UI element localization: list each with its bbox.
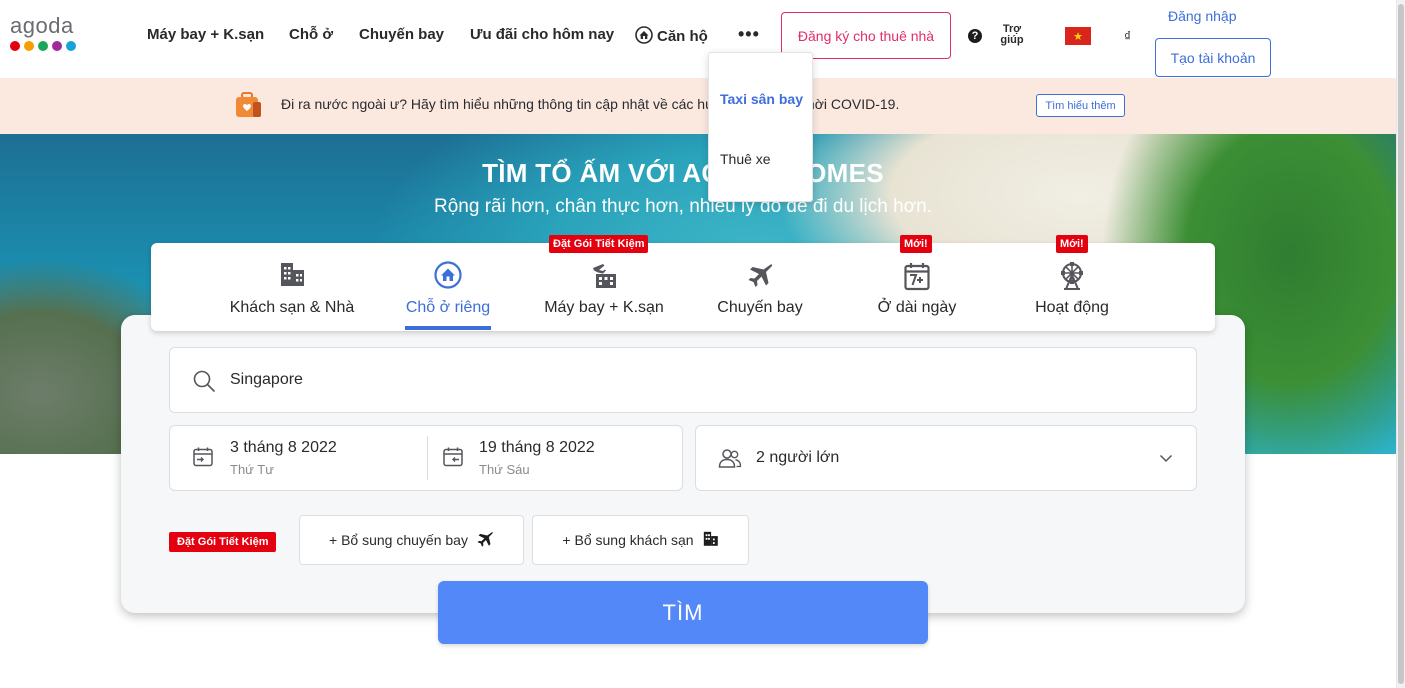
nav-deals[interactable]: Ưu đãi cho hôm nay: [470, 26, 614, 43]
suitcase-heart-icon: [233, 90, 263, 125]
tab-label: Chuyến bay: [717, 299, 803, 316]
create-account-button[interactable]: Tạo tài khoản: [1155, 38, 1271, 77]
covid-notice-bar: Đi ra nước ngoài ư? Hãy tìm hiểu những t…: [0, 78, 1396, 134]
help-icon[interactable]: ?: [968, 29, 982, 43]
tab-label: Khách sạn & Nhà: [229, 299, 355, 316]
scrollbar-thumb[interactable]: [1398, 4, 1404, 684]
hero-title: TÌM TỔ ẤM VỚI AGODA HOMES: [482, 158, 884, 188]
checkout-day: Thứ Sáu: [479, 462, 530, 477]
nav-flight-hotel[interactable]: Máy bay + K.sạn: [147, 26, 264, 43]
tab-hotels-homes[interactable]: Khách sạn & Nhà: [214, 243, 370, 331]
active-tab-indicator: [405, 326, 491, 330]
tab-label: Máy bay + K.sạn: [544, 299, 664, 316]
flight-hotel-icon: [589, 261, 619, 294]
add-hotel-label: + Bổ sung khách sạn: [562, 532, 694, 548]
chevron-down-icon: [1158, 450, 1174, 471]
guests-selector[interactable]: 2 người lớn: [695, 425, 1197, 491]
plane-icon: [746, 261, 774, 294]
guests-value: 2 người lớn: [756, 449, 840, 466]
page-scrollbar[interactable]: [1396, 0, 1405, 688]
more-dropdown-menu: Taxi sân bay Thuê xe: [708, 52, 813, 202]
logo-text: agoda: [10, 13, 74, 38]
tab-label: Ở dài ngày: [877, 299, 957, 316]
people-icon: [718, 447, 742, 474]
tab-label: Hoạt động: [1035, 299, 1109, 316]
tab-badge: Mới!: [900, 235, 932, 253]
add-flight-label: + Bổ sung chuyến bay: [329, 532, 468, 548]
building-icon: [278, 261, 306, 292]
checkin-date-field[interactable]: 3 tháng 8 2022 Thứ Tư: [170, 426, 427, 490]
learn-more-button[interactable]: Tìm hiểu thêm: [1036, 94, 1125, 117]
tab-label: Chỗ ở riêng: [405, 299, 491, 316]
help-line-2: giúp: [1000, 34, 1024, 46]
more-menu-button[interactable]: •••: [738, 24, 760, 45]
date-range-field: 3 tháng 8 2022 Thứ Tư 19 tháng 8 2022 Th…: [169, 425, 683, 491]
checkout-date-field[interactable]: 19 tháng 8 2022 Thứ Sáu: [428, 426, 683, 490]
tab-long-stays[interactable]: Mới! Ở dài ngày: [867, 235, 967, 331]
help-link[interactable]: Trợ giúp: [998, 24, 1026, 46]
calendar-7-icon: [903, 261, 931, 296]
building-icon: [702, 530, 719, 550]
search-icon: [192, 369, 216, 398]
destination-value: Singapore: [230, 371, 303, 388]
product-tabs: Khách sạn & Nhà Chỗ ở riêng Đặt Gói Tiết…: [151, 235, 1215, 331]
tab-activities[interactable]: Mới! Hoạt động: [1022, 235, 1122, 331]
logo-dot: [66, 41, 76, 51]
login-link[interactable]: Đăng nhập: [1168, 8, 1237, 24]
logo-dot: [10, 41, 20, 51]
logo-dot: [24, 41, 34, 51]
top-header: agoda Máy bay + K.sạn Chỗ ở Chuyến bay Ư…: [0, 0, 1396, 78]
plane-icon: [476, 530, 494, 551]
logo-dot: [38, 41, 48, 51]
nav-stays[interactable]: Chỗ ở: [289, 26, 333, 43]
logo-dot: [52, 41, 62, 51]
checkin-date: 3 tháng 8 2022: [230, 439, 337, 456]
home-circle-icon: [635, 26, 653, 48]
checkout-calendar-icon: [442, 446, 464, 473]
bundle-deal-badge: Đặt Gói Tiết Kiệm: [169, 532, 277, 552]
menu-item-car-rental[interactable]: Thuê xe: [720, 151, 771, 167]
tab-flight-hotel[interactable]: Đặt Gói Tiết Kiệm Máy bay + K.sạn: [533, 235, 675, 331]
home-icon: [434, 261, 462, 294]
nav-flights[interactable]: Chuyến bay: [359, 26, 444, 43]
nav-apartments-label: Căn hộ: [657, 28, 708, 45]
tab-flights[interactable]: Chuyến bay: [708, 243, 812, 331]
destination-search-input[interactable]: Singapore: [169, 347, 1197, 413]
page: agoda Máy bay + K.sạn Chỗ ở Chuyến bay Ư…: [0, 0, 1405, 688]
currency-selector[interactable]: ₫: [1124, 28, 1131, 44]
tab-badge: Đặt Gói Tiết Kiệm: [549, 235, 649, 253]
agoda-logo[interactable]: agoda: [10, 13, 76, 51]
ferris-wheel-icon: [1057, 261, 1087, 296]
tab-badge: Mới!: [1056, 235, 1088, 253]
tab-private-stays[interactable]: Chỗ ở riêng: [396, 243, 500, 331]
menu-item-airport-taxi[interactable]: Taxi sân bay: [720, 91, 803, 107]
logo-dots: [10, 41, 76, 51]
nav-apartments[interactable]: Căn hộ: [635, 26, 708, 48]
add-flight-button[interactable]: + Bổ sung chuyến bay: [299, 515, 524, 565]
checkin-calendar-icon: [192, 446, 214, 473]
checkin-day: Thứ Tư: [230, 462, 274, 477]
checkout-date: 19 tháng 8 2022: [479, 439, 595, 456]
vietnam-flag-icon[interactable]: ★: [1065, 27, 1091, 45]
hero-subtitle: Rộng rãi hơn, chân thực hơn, nhiều lý do…: [434, 196, 932, 217]
add-hotel-button[interactable]: + Bổ sung khách sạn: [532, 515, 749, 565]
search-submit-button[interactable]: TÌM: [438, 581, 928, 644]
